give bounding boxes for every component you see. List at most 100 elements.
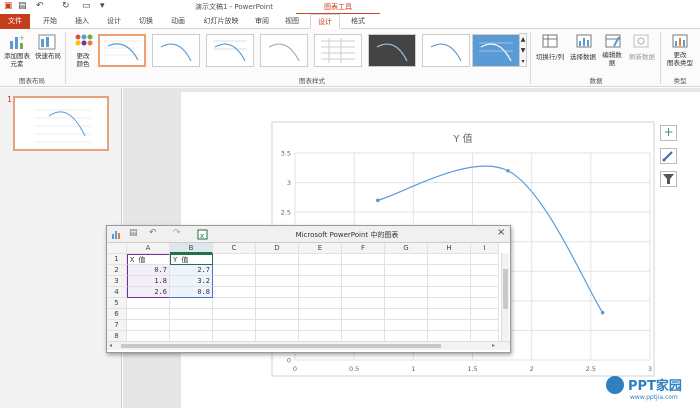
refresh-data-icon[interactable] (633, 33, 649, 49)
switch-row-column-button[interactable]: 切换行/列 (533, 53, 567, 61)
add-chart-element-icon[interactable]: + (8, 33, 26, 51)
grid-cell[interactable] (213, 287, 256, 298)
column-header[interactable]: B (170, 243, 213, 254)
grid-cell[interactable] (170, 309, 213, 320)
undo-icon[interactable]: ↶ (36, 1, 44, 12)
grid-cell[interactable] (299, 254, 342, 265)
tab-chart-design[interactable]: 设计 (310, 14, 340, 29)
color-palette-icon[interactable] (72, 32, 94, 52)
chart-filters-funnel-icon[interactable] (660, 171, 677, 187)
styles-gallery-scroll[interactable]: ▲ ▼ ▾ (519, 33, 527, 67)
tab-insert[interactable]: 插入 (68, 14, 96, 29)
grid-cell[interactable] (428, 276, 471, 287)
grid-cell[interactable] (299, 320, 342, 331)
grid-cell[interactable] (342, 254, 385, 265)
tab-animations[interactable]: 动画 (164, 14, 192, 29)
grid-cell[interactable] (428, 254, 471, 265)
grid-cell[interactable] (256, 320, 299, 331)
chart-datasheet-window[interactable]: ▤ ↶ ↷ x Microsoft PowerPoint 中的图表 × ABCD… (106, 225, 511, 353)
column-header[interactable]: A (127, 243, 170, 254)
change-colors-button[interactable]: 更改 颜色 (70, 52, 96, 68)
grid-cell[interactable] (471, 265, 499, 276)
grid-cell[interactable]: 2.7 (170, 265, 213, 276)
quick-layout-button[interactable]: 快速布局 (33, 52, 63, 60)
change-chart-type-button[interactable]: 更改 图表类型 (662, 51, 698, 67)
grid-cell[interactable] (342, 298, 385, 309)
grid-cell[interactable] (428, 287, 471, 298)
datasheet-save-icon[interactable]: ▤ (129, 228, 138, 238)
grid-cell[interactable] (385, 298, 428, 309)
row-header[interactable]: 2 (107, 265, 127, 276)
column-header[interactable]: G (385, 243, 428, 254)
grid-cell[interactable]: 1.8 (127, 276, 170, 287)
grid-cell[interactable]: Y 值 (170, 254, 213, 265)
chart-style-7[interactable] (422, 34, 470, 67)
edit-data-icon[interactable] (605, 33, 621, 49)
datasheet-grid[interactable]: ABCDEFGHI 1X 值Y 值 2 0.7 2.7 3 1.8 3.2 4 2.6 0.8 5 6 7… (107, 243, 510, 352)
grid-cell[interactable] (256, 298, 299, 309)
datasheet-redo-icon[interactable]: ↷ (173, 228, 181, 238)
switch-row-column-icon[interactable] (542, 33, 558, 49)
grid-cell[interactable] (471, 320, 499, 331)
chart-style-6[interactable] (368, 34, 416, 67)
grid-cell[interactable] (213, 276, 256, 287)
column-header[interactable]: I (471, 243, 499, 254)
grid-cell[interactable] (428, 309, 471, 320)
grid-cell[interactable]: 0.8 (170, 287, 213, 298)
column-header[interactable]: E (299, 243, 342, 254)
tab-file[interactable]: 文件 (0, 14, 30, 29)
grid-cell[interactable] (213, 309, 256, 320)
quick-access-chevron-icon[interactable]: ▾ (100, 1, 105, 12)
select-data-icon[interactable] (576, 33, 592, 49)
grid-cell[interactable] (127, 320, 170, 331)
grid-cell[interactable] (385, 276, 428, 287)
start-from-beginning-icon[interactable]: ▭ (82, 1, 91, 12)
save-icon[interactable]: ▤ (18, 1, 27, 12)
grid-cell[interactable] (342, 320, 385, 331)
grid-cell[interactable] (342, 309, 385, 320)
tab-chart-format[interactable]: 格式 (344, 14, 372, 29)
grid-cell[interactable] (127, 298, 170, 309)
grid-cell[interactable] (471, 254, 499, 265)
grid-cell[interactable] (385, 287, 428, 298)
refresh-data-button[interactable]: 刷新数据 (626, 53, 658, 61)
grid-cell[interactable] (170, 320, 213, 331)
row-header[interactable]: 4 (107, 287, 127, 298)
excel-edit-icon[interactable]: x (197, 229, 208, 242)
chart-style-5[interactable] (314, 34, 362, 67)
horizontal-scrollbar[interactable]: ◂ ▸ (107, 341, 510, 350)
row-header[interactable]: 3 (107, 276, 127, 287)
grid-cell[interactable] (471, 309, 499, 320)
tab-home[interactable]: 开始 (36, 14, 64, 29)
grid-cell[interactable] (342, 265, 385, 276)
grid-cell[interactable] (342, 276, 385, 287)
scroll-left-icon[interactable]: ◂ (109, 342, 112, 349)
grid-cell[interactable] (256, 254, 299, 265)
grid-cell[interactable] (299, 298, 342, 309)
edit-data-button[interactable]: 编辑数 据 (598, 51, 626, 67)
grid-cell[interactable] (385, 320, 428, 331)
grid-cell[interactable] (170, 298, 213, 309)
grid-cell[interactable] (428, 320, 471, 331)
grid-cell[interactable] (385, 254, 428, 265)
chart-style-4[interactable] (260, 34, 308, 67)
grid-cell[interactable] (385, 309, 428, 320)
chart-style-3[interactable] (206, 34, 254, 67)
chart-elements-plus-icon[interactable]: + (660, 125, 677, 141)
chart-style-2[interactable] (152, 34, 200, 67)
grid-cell[interactable] (213, 265, 256, 276)
change-chart-type-icon[interactable] (672, 33, 688, 49)
horizontal-scroll-thumb[interactable] (121, 344, 441, 348)
row-header[interactable]: 1 (107, 254, 127, 265)
grid-cell[interactable] (256, 309, 299, 320)
grid-cell[interactable] (299, 309, 342, 320)
grid-cell[interactable] (256, 265, 299, 276)
tab-view[interactable]: 视图 (280, 14, 304, 29)
grid-cell[interactable] (213, 254, 256, 265)
row-header[interactable]: 6 (107, 309, 127, 320)
slide-thumbnail[interactable] (13, 96, 109, 151)
vertical-scrollbar[interactable] (501, 253, 509, 341)
grid-cell[interactable] (127, 309, 170, 320)
chart-style-1[interactable] (98, 34, 146, 67)
grid-cell[interactable] (385, 265, 428, 276)
